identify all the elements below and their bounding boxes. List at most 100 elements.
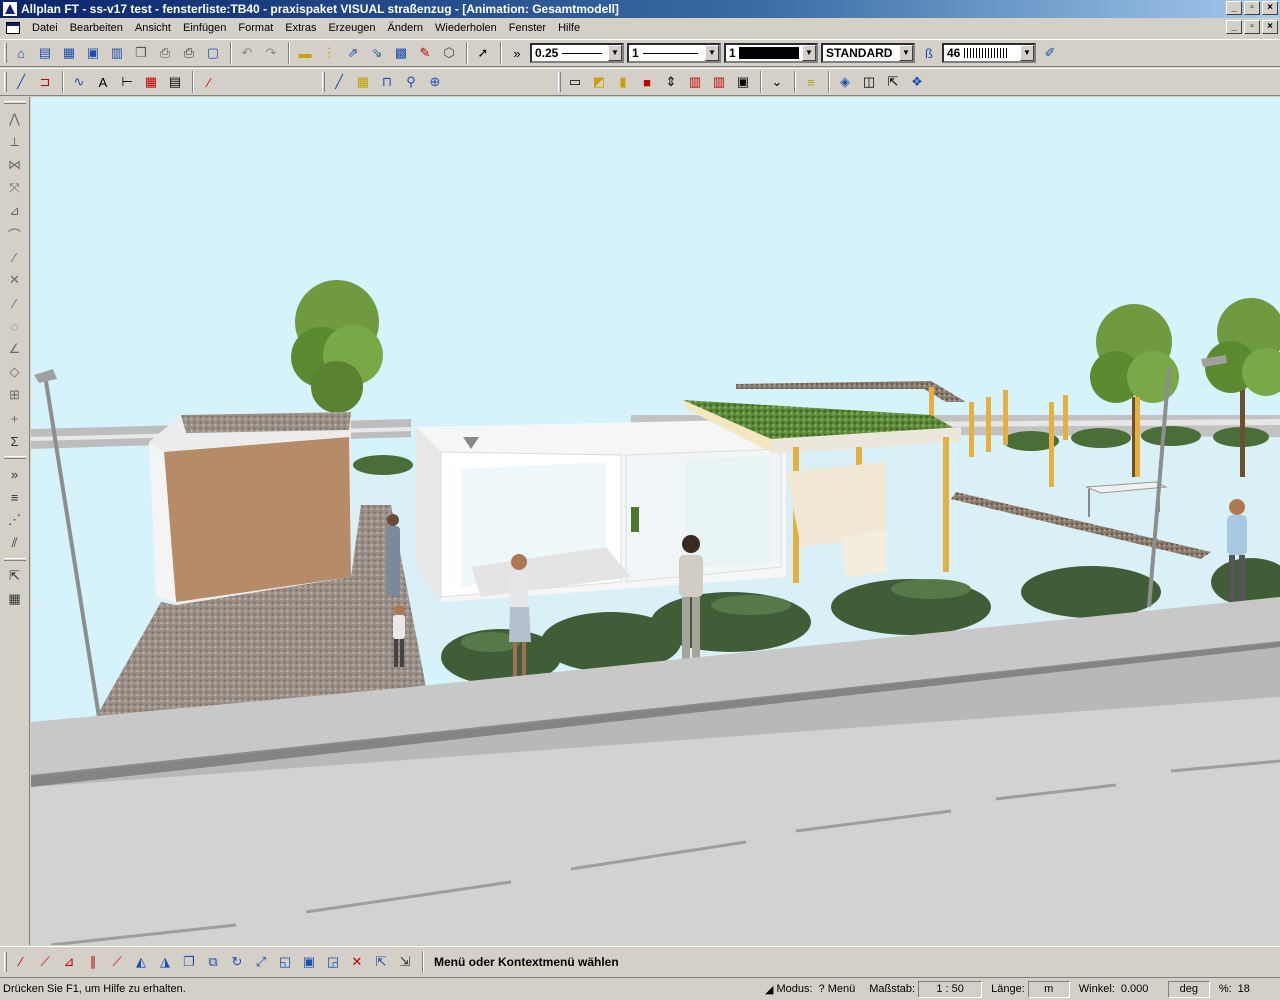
stretch-icon[interactable]: ◲ [322,951,344,973]
calculator-icon[interactable]: ▦ [3,588,27,610]
move-icon[interactable]: ⧉ [202,951,224,973]
layer-select[interactable]: STANDARD ▼ [821,43,915,63]
arc-snap-icon[interactable]: ◌ [3,315,27,337]
menu-fenster[interactable]: Fenster [503,22,552,34]
doc-minimize-button[interactable]: _ [1226,20,1242,34]
open-file-icon[interactable]: ▦ [58,42,80,64]
massstab-field[interactable]: 1 : 50 [918,980,983,998]
toolbar-grip[interactable] [4,951,7,972]
select-icon[interactable]: ⇱ [882,71,904,93]
toolbar-grip[interactable] [3,101,26,104]
measure-icon[interactable]: ▬ [294,42,316,64]
draw-line-icon[interactable]: ╱ [328,71,350,93]
menu-wiederholen[interactable]: Wiederholen [429,22,503,34]
macro-icon[interactable]: ▦ [140,71,162,93]
double-line-icon[interactable]: ⫽ [3,532,27,554]
cross-icon[interactable]: ✕ [3,269,27,291]
mirror-copy-icon[interactable]: ◮ [154,951,176,973]
allplan-app-icon[interactable] [3,2,17,16]
menu-extras[interactable]: Extras [279,22,322,34]
copy-objects-icon[interactable]: ❐ [178,951,200,973]
rectangle-icon[interactable]: ⊐ [34,71,56,93]
restore-button[interactable]: ▫ [1244,1,1260,15]
modify-point-icon[interactable]: ⟋ [34,951,56,973]
roof-icon[interactable]: ■ [636,71,658,93]
delete-icon[interactable]: ✕ [346,951,368,973]
laenge-field[interactable]: m [1027,980,1070,998]
window-opening-icon[interactable]: ▥ [684,71,706,93]
scale-icon[interactable]: ⤢ [250,951,272,973]
doc-restore-button[interactable]: ▫ [1244,20,1260,34]
winkel-unit-field[interactable]: deg [1167,980,1210,998]
symbol-icon[interactable]: ▤ [164,71,186,93]
render-icon[interactable]: ❖ [906,71,928,93]
animation-viewport[interactable] [31,97,1280,945]
minimize-button[interactable]: _ [1226,1,1242,15]
chevron-down-icon[interactable]: ▼ [802,45,816,61]
menu-erzeugen[interactable]: Erzeugen [322,22,381,34]
modus-value[interactable]: ? Menü [819,983,856,995]
toolbar-grip[interactable] [558,72,561,92]
menu-ansicht[interactable]: Ansicht [129,22,177,34]
opening-icon[interactable]: ⇕ [660,71,682,93]
sum-icon[interactable]: Σ [3,430,27,452]
region-icon[interactable]: ⊓ [376,71,398,93]
image-icon[interactable]: ▩ [390,42,412,64]
attribute-icon[interactable]: ◈ [834,71,856,93]
pencil-icon[interactable]: ✎ [414,42,436,64]
toolbar-grip[interactable] [3,558,26,561]
dimension-icon[interactable]: ⊢ [116,71,138,93]
chevron-down-icon[interactable]: ▼ [1020,45,1034,61]
area-icon[interactable]: ▦ [352,71,374,93]
camera-icon[interactable]: ◫ [858,71,880,93]
zoom-icon[interactable]: ⚲ [400,71,422,93]
chevron-down-icon[interactable]: ▼ [608,45,622,61]
doc-close-button[interactable]: × [1262,20,1278,34]
offset-icon[interactable]: ⟋ [106,951,128,973]
close-button[interactable]: × [1262,1,1278,15]
color-select[interactable]: 1 ▼ [724,43,818,63]
print-preview-icon[interactable]: ⎙ [154,42,176,64]
menu-aendern[interactable]: Ändern [382,22,429,34]
stair-icon[interactable]: ▥ [708,71,730,93]
endpoint-icon[interactable]: ⟂ [3,131,27,153]
match-properties-icon[interactable]: ⇲ [394,951,416,973]
expand-icon[interactable]: » [3,463,27,485]
slab-icon[interactable]: ◩ [588,71,610,93]
pen-thickness-select[interactable]: 0.25 ▼ [530,43,624,63]
direction-icon[interactable]: ⁄ [3,246,27,268]
grid-snap-icon[interactable]: ⊞ [3,384,27,406]
toolbar-grip[interactable] [322,72,325,92]
document-icon[interactable] [6,22,20,34]
polyline-icon[interactable]: ∿ [68,71,90,93]
menu-datei[interactable]: Datei [26,22,64,34]
perpendicular-icon[interactable]: ⊿ [3,200,27,222]
undo-icon[interactable]: ↶ [236,42,258,64]
select-objects-icon[interactable]: ⇱ [370,951,392,973]
tangent-icon[interactable]: ⌒ [3,223,27,245]
modify-line-icon[interactable]: ⁄ [10,951,32,973]
point-icon[interactable]: ⋮ [318,42,340,64]
toolbar-grip[interactable] [3,456,26,459]
line-type-select[interactable]: 1 ▼ [627,43,721,63]
mirror-icon[interactable]: ◭ [130,951,152,973]
chevron-down-icon[interactable]: ▼ [705,45,719,61]
print-icon[interactable]: ⎙ [178,42,200,64]
layout-icon[interactable]: ▥ [106,42,128,64]
format-brush-icon[interactable]: ✐ [1039,42,1061,64]
modify-distance-icon[interactable]: ⊿ [58,951,80,973]
plus-icon[interactable]: + [3,407,27,429]
text-icon[interactable]: A [92,71,114,93]
layer-settings-icon[interactable]: ß [918,42,940,64]
parallel-icon[interactable]: ∥ [82,951,104,973]
array-icon[interactable]: ▣ [298,951,320,973]
list-icon[interactable]: ≡ [3,486,27,508]
open-fileset-icon[interactable]: ▤ [34,42,56,64]
filter-icon[interactable]: ⌄ [766,71,788,93]
toolbar-grip[interactable] [4,43,7,63]
diamond-icon[interactable]: ◇ [3,361,27,383]
redo-icon[interactable]: ↷ [260,42,282,64]
cube-icon[interactable]: ⬡ [438,42,460,64]
expand-icon[interactable]: » [506,42,528,64]
line-snap-icon[interactable]: ∕ [3,292,27,314]
